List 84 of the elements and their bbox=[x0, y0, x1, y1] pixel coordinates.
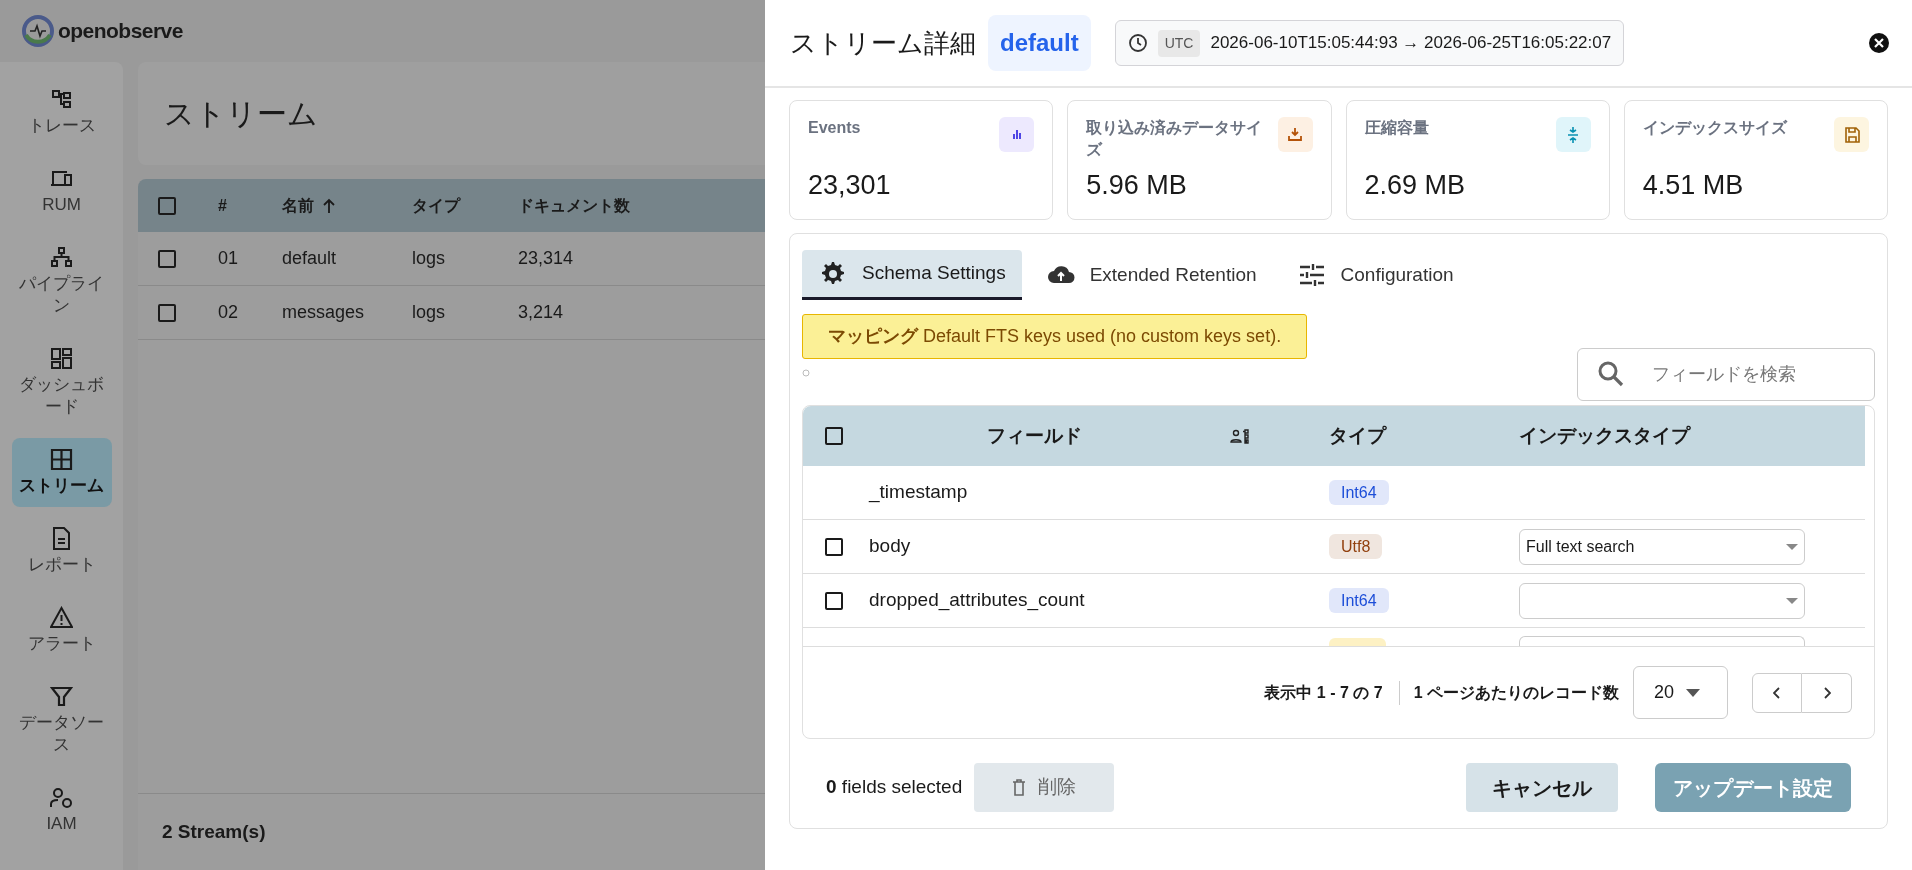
column-header[interactable]: 名前 bbox=[282, 193, 314, 218]
close-icon[interactable] bbox=[1868, 32, 1890, 54]
stream-count: 2 Stream(s) bbox=[162, 819, 266, 844]
type-badge: Int64 bbox=[1329, 588, 1389, 614]
search-icon bbox=[1597, 360, 1625, 388]
column-header[interactable]: インデックスタイプ bbox=[1519, 424, 1690, 446]
chevron-left-icon bbox=[1773, 686, 1781, 699]
timezone-label: UTC bbox=[1157, 29, 1201, 57]
sidebar-item[interactable]: IAM bbox=[11, 776, 112, 845]
stat-value: 5.96 MB bbox=[1086, 169, 1188, 201]
user-gear-icon bbox=[50, 786, 73, 809]
cancel-button[interactable]: キャンセル bbox=[1466, 763, 1618, 812]
rows-per-page-label: 1 ページあたりのレコード数 bbox=[1413, 682, 1619, 703]
table-cell: 3,214 bbox=[518, 302, 564, 322]
trace-icon bbox=[50, 88, 73, 111]
dashboard-icon bbox=[50, 347, 73, 370]
field-name: dropped_attributes_count bbox=[869, 589, 1085, 611]
checkbox[interactable] bbox=[158, 249, 176, 268]
caret-icon bbox=[1786, 543, 1798, 550]
column-header[interactable]: ドキュメント数 bbox=[518, 193, 630, 218]
mapping-banner: マッピング Default FTS keys used (no custom keys set). bbox=[802, 314, 1308, 359]
type-badge: Utf8 bbox=[1329, 534, 1383, 560]
page-title: ストリーム bbox=[164, 96, 318, 132]
field-name: body bbox=[869, 535, 911, 557]
index-type-select[interactable]: Full text search bbox=[1519, 528, 1805, 565]
sidebar-item[interactable]: パイプライン bbox=[11, 236, 112, 327]
sidebar-item[interactable]: トレース bbox=[11, 78, 112, 147]
selection-count: 0 fields selected bbox=[826, 775, 963, 800]
checkbox[interactable] bbox=[825, 537, 843, 556]
chevron-right-icon bbox=[1822, 686, 1831, 699]
sidebar-item[interactable]: RUM bbox=[11, 157, 112, 226]
update-settings-button[interactable]: アップデート設定 bbox=[1655, 763, 1851, 812]
tab[interactable]: Configuration bbox=[1280, 250, 1470, 300]
tab[interactable]: Extended Retention bbox=[1029, 250, 1273, 300]
status-dot-icon bbox=[802, 369, 810, 377]
stat-value: 2.69 MB bbox=[1364, 169, 1467, 201]
logo-icon bbox=[22, 15, 54, 47]
table-cell: 01 bbox=[218, 248, 239, 268]
page-range: 表示中 1 - 7 の 7 bbox=[1264, 680, 1400, 705]
sidebar-item[interactable]: ダッシュボード bbox=[11, 337, 112, 428]
caret-icon bbox=[1686, 688, 1701, 697]
delete-button[interactable]: 削除 bbox=[974, 763, 1115, 812]
table-cell: 02 bbox=[218, 302, 239, 322]
drawer-title: ストリーム詳細 bbox=[790, 26, 976, 60]
stream-name-badge: default bbox=[988, 15, 1091, 71]
checkbox[interactable] bbox=[158, 196, 176, 215]
brand-name: openobserve bbox=[58, 18, 183, 45]
stat-label: 取り込み済みデータサイズ bbox=[1086, 118, 1264, 160]
table-cell: messages bbox=[282, 302, 365, 322]
sidebar-item[interactable]: ストリーム bbox=[11, 438, 112, 507]
table-cell: default bbox=[282, 248, 337, 268]
table-cell: logs bbox=[412, 248, 446, 268]
sidebar-item[interactable]: データソース bbox=[11, 675, 112, 766]
stat-label: Events bbox=[808, 118, 861, 138]
caret-icon bbox=[1786, 597, 1798, 604]
rows-per-page-select[interactable]: 20 bbox=[1633, 666, 1728, 719]
warning-icon bbox=[50, 606, 73, 629]
clock-icon bbox=[1127, 33, 1148, 53]
filter-icon bbox=[50, 685, 73, 708]
checkbox[interactable] bbox=[825, 427, 843, 445]
stat-label: 圧縮容量 bbox=[1364, 118, 1429, 138]
stat-label: インデックスサイズ bbox=[1642, 118, 1787, 138]
table-cell: logs bbox=[412, 302, 446, 322]
table-cell: 23,314 bbox=[518, 248, 574, 268]
field-name: _timestamp bbox=[869, 481, 968, 503]
time-range-text: 2026-06-10T15:05:44:93 → 2026-06-25T16:05:22:07 bbox=[1210, 32, 1612, 55]
hierarchy-icon bbox=[50, 246, 73, 269]
sort-arrow-icon bbox=[322, 197, 336, 214]
checkbox[interactable] bbox=[158, 303, 176, 322]
tab[interactable]: Schema Settings bbox=[802, 250, 1022, 300]
type-badge: Int64 bbox=[1329, 480, 1389, 506]
stat-value: 23,301 bbox=[808, 169, 892, 201]
checkbox[interactable] bbox=[825, 591, 843, 610]
column-header[interactable]: # bbox=[218, 193, 227, 218]
trash-icon bbox=[1012, 779, 1027, 796]
column-header[interactable]: フィールド bbox=[986, 424, 1082, 446]
sidebar-item[interactable]: アラート bbox=[11, 596, 112, 665]
column-header[interactable]: タイプ bbox=[412, 193, 460, 218]
stat-value: 4.51 MB bbox=[1642, 169, 1745, 201]
grid-icon bbox=[50, 448, 73, 471]
search-field[interactable]: フィールドを検索 bbox=[1577, 348, 1875, 401]
column-header[interactable]: タイプ bbox=[1329, 424, 1386, 446]
sidebar-item[interactable]: レポート bbox=[11, 517, 112, 586]
document-icon bbox=[50, 527, 73, 550]
